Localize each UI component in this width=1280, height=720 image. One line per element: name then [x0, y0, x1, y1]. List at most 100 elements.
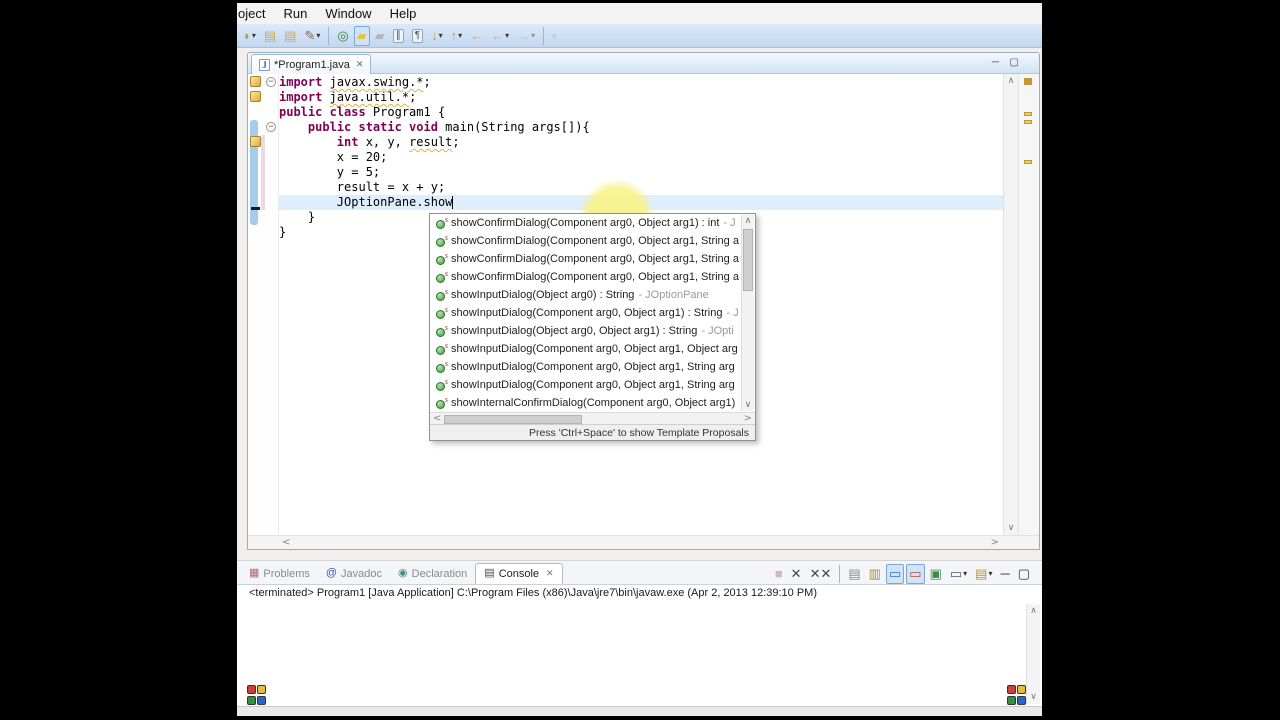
completion-item[interactable]: showInputDialog(Component arg0, Object a… [430, 376, 755, 394]
popup-hint-bar: Press 'Ctrl+Space' to show Template Prop… [430, 424, 755, 440]
fold-collapse-icon[interactable]: − [266, 77, 276, 87]
show-stderr-change-icon[interactable]: ▭ [906, 563, 925, 584]
tab-close-icon[interactable]: ✕ [356, 59, 364, 70]
scroll-up-icon[interactable]: ∧ [1004, 75, 1018, 87]
console-vertical-scrollbar[interactable]: ∧ ∨ [1026, 604, 1040, 704]
overview-annotation-marker[interactable] [1024, 120, 1032, 124]
editor-vertical-scrollbar[interactable]: ∧ ∨ [1003, 74, 1018, 535]
popup-vertical-scrollbar[interactable]: ∧ ∨ [741, 215, 754, 411]
tab-close-icon[interactable]: ✕ [546, 568, 554, 579]
tab-javadoc[interactable]: @ Javadoc [318, 563, 390, 584]
editor-tab-program1[interactable]: J *Program1.java ✕ [251, 54, 372, 74]
minimize-view-icon[interactable]: ─ [997, 564, 1012, 584]
overview-annotation-marker[interactable] [1024, 160, 1032, 164]
dropdown-caret-icon[interactable]: ▾ [252, 31, 256, 40]
search-icon[interactable]: ◎ [334, 26, 351, 46]
back-icon[interactable]: ← ▾ [488, 26, 512, 46]
watermark-logo-right [1007, 685, 1027, 705]
tab-console[interactable]: ▤ Console ✕ [475, 563, 563, 584]
previous-annotation-icon: ↑ [450, 28, 458, 43]
completion-item[interactable]: showConfirmDialog(Component arg0, Object… [430, 232, 755, 250]
open-folder-icon[interactable]: ▤ [261, 26, 279, 46]
last-edit-location-icon[interactable]: ← [467, 26, 486, 46]
completion-item[interactable]: showInternalConfirmDialog(Component arg0… [430, 394, 755, 412]
completion-item[interactable]: showConfirmDialog(Component arg0, Object… [430, 214, 755, 232]
popup-scroll-up-icon[interactable]: ∧ [742, 215, 754, 227]
dropdown-caret-icon[interactable]: ▾ [439, 31, 443, 40]
maximize-view-icon[interactable]: ▢ [1015, 564, 1033, 584]
save-folder-icon: ▤ [284, 28, 297, 43]
warning-annotation-icon[interactable] [250, 136, 261, 147]
remove-all-terminated-icon[interactable]: ✕✕ [807, 564, 835, 584]
show-whitespace-icon[interactable]: ¶ [409, 26, 426, 46]
popup-vscroll-thumb[interactable] [743, 229, 753, 291]
completion-item[interactable]: showInputDialog(Component arg0, Object a… [430, 340, 755, 358]
tab-problems[interactable]: ▦ Problems [241, 563, 318, 584]
previous-annotation-icon[interactable]: ↑ ▾ [448, 26, 466, 46]
console-scroll-down-icon[interactable]: ∨ [1027, 691, 1040, 703]
overview-annotation-marker[interactable] [1024, 78, 1032, 85]
fold-collapse-icon[interactable]: − [266, 122, 276, 132]
save-folder-icon[interactable]: ▤ [281, 26, 299, 46]
watermark-square [1017, 695, 1026, 705]
overview-annotation-marker[interactable] [1024, 112, 1032, 116]
completion-item[interactable]: showInputDialog(Object arg0) : String- J… [430, 286, 755, 304]
overview-ruler[interactable] [1018, 74, 1039, 535]
print-icon[interactable]: ✎ ▾ [301, 26, 323, 46]
problems-icon: ▦ [249, 567, 260, 579]
menu-item-run[interactable]: Run [274, 4, 316, 23]
static-method-icon [435, 305, 448, 319]
completion-item[interactable]: showConfirmDialog(Component arg0, Object… [430, 250, 755, 268]
forward-icon[interactable]: → ▾ [514, 26, 538, 46]
editor-maximize-icon[interactable]: ▢ [1010, 57, 1019, 69]
remove-launch-icon[interactable]: ✕ [788, 564, 805, 584]
completion-item[interactable]: showInputDialog(Component arg0, Object a… [430, 304, 755, 322]
restore-view-icon[interactable]: ▫ [549, 26, 560, 46]
console-scroll-up-icon[interactable]: ∧ [1027, 605, 1040, 617]
dropdown-caret-icon[interactable]: ▾ [531, 31, 535, 40]
scroll-lock-icon[interactable]: ▥ [866, 564, 884, 584]
completion-item[interactable]: showInputDialog(Component arg0, Object a… [430, 358, 755, 376]
display-console-icon[interactable]: ▭ ▾ [947, 564, 970, 584]
scroll-right-icon[interactable]: > [991, 537, 999, 549]
dropdown-caret-icon[interactable]: ▾ [505, 31, 509, 40]
tab-declaration[interactable]: ◉ Declaration [390, 563, 475, 584]
tab-label: Console [498, 567, 540, 580]
editor-minimize-icon[interactable]: ─ [992, 57, 999, 69]
menu-item-window[interactable]: Window [316, 4, 380, 23]
open-folder-icon: ▤ [263, 28, 277, 43]
static-method-icon [435, 233, 448, 247]
toggle-mark-occurrences-icon[interactable]: ▰ [353, 25, 370, 46]
highlighter-gray-icon[interactable]: ▰ [372, 26, 388, 46]
new-wizard-icon[interactable]: ◗ ▾ [240, 26, 259, 46]
block-selection-icon[interactable]: ∥ [390, 26, 407, 46]
terminate-icon[interactable]: ■ [772, 564, 786, 584]
warning-annotation-icon[interactable] [250, 76, 261, 87]
show-stdout-change-icon[interactable]: ▭ [885, 563, 905, 584]
pin-console-icon[interactable]: ▣ [927, 564, 945, 584]
popup-hscroll-thumb[interactable] [444, 415, 582, 424]
dropdown-caret-icon[interactable]: ▾ [316, 31, 320, 40]
next-annotation-icon[interactable]: ↓ ▾ [428, 26, 446, 46]
warning-annotation-icon[interactable] [250, 91, 261, 102]
editor-horizontal-scrollbar[interactable]: < > [248, 535, 1039, 549]
content-assist-popup: showConfirmDialog(Component arg0, Object… [429, 213, 756, 441]
completion-item[interactable]: showInputDialog(Object arg0, Object arg1… [430, 322, 755, 340]
clear-console-icon[interactable]: ▤ [845, 564, 863, 584]
scroll-down-icon[interactable]: ∨ [1004, 522, 1018, 534]
scroll-left-icon[interactable]: < [282, 537, 290, 549]
tab-label: Declaration [411, 567, 468, 580]
menu-item-oject[interactable]: oject [237, 4, 274, 23]
declaration-icon: ◉ [398, 567, 408, 579]
completion-item[interactable]: showConfirmDialog(Component arg0, Object… [430, 268, 755, 286]
toolbar-separator [328, 26, 330, 45]
open-console-icon[interactable]: ▤ ▾ [972, 564, 995, 584]
dropdown-caret-icon[interactable]: ▾ [963, 569, 967, 578]
dropdown-caret-icon[interactable]: ▾ [458, 31, 462, 40]
popup-scroll-down-icon[interactable]: ∨ [742, 399, 754, 411]
editor-tab-bar: J *Program1.java ✕ ─ ▢ [248, 53, 1039, 74]
last-edit-location-icon: ← [470, 28, 484, 43]
status-bar [237, 706, 1042, 716]
dropdown-caret-icon[interactable]: ▾ [988, 569, 992, 578]
menu-item-help[interactable]: Help [381, 4, 426, 23]
